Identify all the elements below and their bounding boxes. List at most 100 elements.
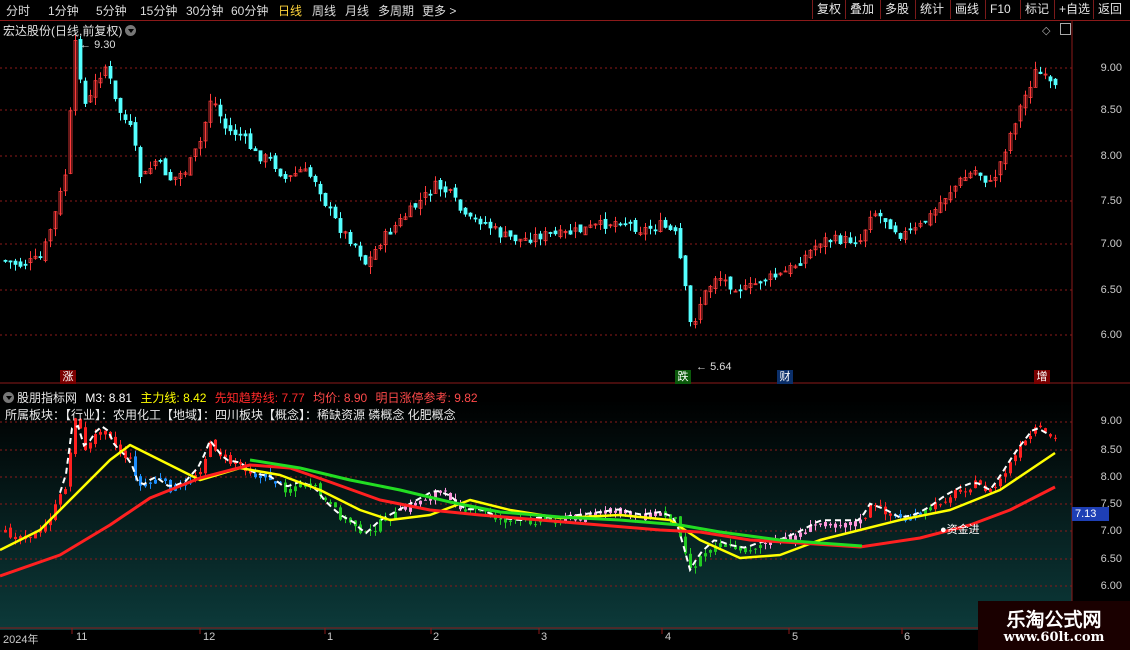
main-axis-tick: 7.00: [1100, 238, 1122, 250]
indicator-candle: [699, 556, 702, 567]
period-tab-more[interactable]: 更多 >: [422, 2, 456, 19]
kline-candle: [898, 233, 903, 239]
indicator-candle: [709, 549, 712, 553]
add-watchlist-button[interactable]: +自选: [1054, 0, 1094, 19]
kline-candle: [3, 259, 8, 262]
indicator-axis-tick: 7.50: [1100, 498, 1122, 510]
diamond-icon[interactable]: ◇: [1042, 24, 1050, 37]
kline-candle: [838, 235, 843, 245]
indicator-candle: [424, 499, 427, 501]
chevron-down-icon[interactable]: [125, 25, 137, 36]
kline-candle: [513, 234, 518, 242]
kline-candle: [463, 207, 468, 215]
mark-button[interactable]: 标记: [1020, 0, 1053, 19]
period-tab-15min[interactable]: 15分钟: [140, 2, 177, 19]
kline-chart-canvas[interactable]: [0, 20, 1130, 650]
indicator-candle: [1054, 437, 1057, 439]
overlay-button[interactable]: 叠加: [845, 0, 878, 19]
kline-candle: [223, 118, 228, 129]
kline-candle: [688, 285, 693, 323]
indicator-candle: [869, 504, 872, 518]
kline-candle: [268, 156, 273, 159]
indicator-avg-price: 均价: 8.90: [313, 391, 368, 405]
stats-button[interactable]: 统计: [915, 0, 948, 19]
kline-candle: [478, 218, 483, 225]
indicator-candle: [854, 521, 857, 527]
indicator-candle: [944, 501, 947, 503]
indicator-candle: [1039, 425, 1042, 428]
kline-candle: [553, 230, 558, 235]
period-tab-weekly[interactable]: 周线: [312, 2, 336, 19]
kline-candle: [653, 229, 658, 232]
kline-candle: [363, 255, 368, 265]
indicator-candle: [814, 524, 817, 526]
indicator-candle: [339, 507, 342, 520]
indicator-candle: [954, 490, 957, 499]
kline-candle: [738, 289, 743, 292]
indicator-candle: [704, 553, 707, 557]
kline-candle: [428, 193, 433, 196]
panel-toggle-icon[interactable]: [1060, 23, 1071, 35]
kline-candle: [763, 279, 768, 282]
kline-candle: [648, 225, 653, 229]
kline-candle: [528, 239, 533, 243]
indicator-candle: [254, 473, 257, 478]
event-marker-down[interactable]: 跌: [675, 370, 691, 384]
period-tab-fenshi[interactable]: 分时: [6, 2, 30, 19]
indicator-candle: [834, 523, 837, 528]
indicator-candle: [94, 434, 97, 445]
indicator-header: 股朋指标网 M3: 8.81 主力线: 8.42 先知趋势线: 7.77 均价:…: [3, 389, 483, 406]
indicator-candle: [59, 494, 62, 505]
indicator-candle: [759, 545, 762, 548]
event-marker-finance[interactable]: 财: [777, 370, 793, 384]
indicator-candle: [14, 536, 17, 540]
date-axis-label: 12: [203, 631, 216, 643]
period-tab-daily[interactable]: 日线: [278, 2, 302, 19]
indicator-candle: [659, 512, 662, 516]
back-button[interactable]: 返回: [1093, 0, 1126, 19]
kline-candle: [508, 230, 513, 237]
kline-candle: [133, 122, 138, 146]
kline-candle: [113, 80, 118, 100]
period-tab-5min[interactable]: 5分钟: [96, 2, 127, 19]
low-price-value: 5.64: [710, 361, 732, 373]
period-tab-60min[interactable]: 60分钟: [231, 2, 268, 19]
event-marker-increase[interactable]: 增: [1034, 370, 1050, 384]
event-marker-up[interactable]: 涨: [60, 370, 76, 384]
draw-line-button[interactable]: 画线: [950, 0, 983, 19]
kline-candle: [158, 160, 163, 162]
indicator-candle: [749, 550, 752, 552]
indicator-candle: [84, 427, 87, 451]
indicator-candle: [204, 458, 207, 474]
indicator-candle: [164, 478, 167, 482]
kline-candle: [278, 168, 283, 177]
period-tab-multi[interactable]: 多周期: [378, 2, 414, 19]
kline-candle: [18, 261, 23, 267]
indicator-candle: [149, 482, 152, 484]
kline-candle: [338, 218, 343, 233]
indicator-candle: [449, 492, 452, 501]
indicator-candle: [89, 442, 92, 449]
indicator-menu-icon[interactable]: [3, 392, 14, 403]
kline-candle: [273, 155, 278, 170]
f10-button[interactable]: F10: [985, 0, 1015, 19]
kline-candle: [248, 133, 253, 149]
period-tab-1min[interactable]: 1分钟: [48, 2, 79, 19]
kline-candle: [468, 212, 473, 217]
indicator-main-line: 主力线: 8.42: [140, 391, 207, 405]
multi-stock-button[interactable]: 多股: [880, 0, 913, 19]
kline-candle: [238, 133, 243, 136]
indicator-candle: [329, 502, 332, 504]
date-axis-label: 2024年: [3, 634, 39, 646]
indicator-name[interactable]: 股朋指标网: [17, 391, 77, 405]
indicator-candle: [999, 478, 1002, 487]
watermark-title: 乐淘公式网: [1006, 609, 1102, 631]
stock-title[interactable]: 宏达股份(日线,前复权): [3, 22, 137, 39]
capital-in-annotation: ●资金进: [940, 524, 980, 536]
indicator-candle: [289, 489, 292, 493]
indicator-candle: [314, 485, 317, 487]
period-tab-monthly[interactable]: 月线: [345, 2, 369, 19]
period-tab-30min[interactable]: 30分钟: [186, 2, 223, 19]
fuquan-button[interactable]: 复权: [812, 0, 845, 19]
kline-candle: [728, 276, 733, 290]
